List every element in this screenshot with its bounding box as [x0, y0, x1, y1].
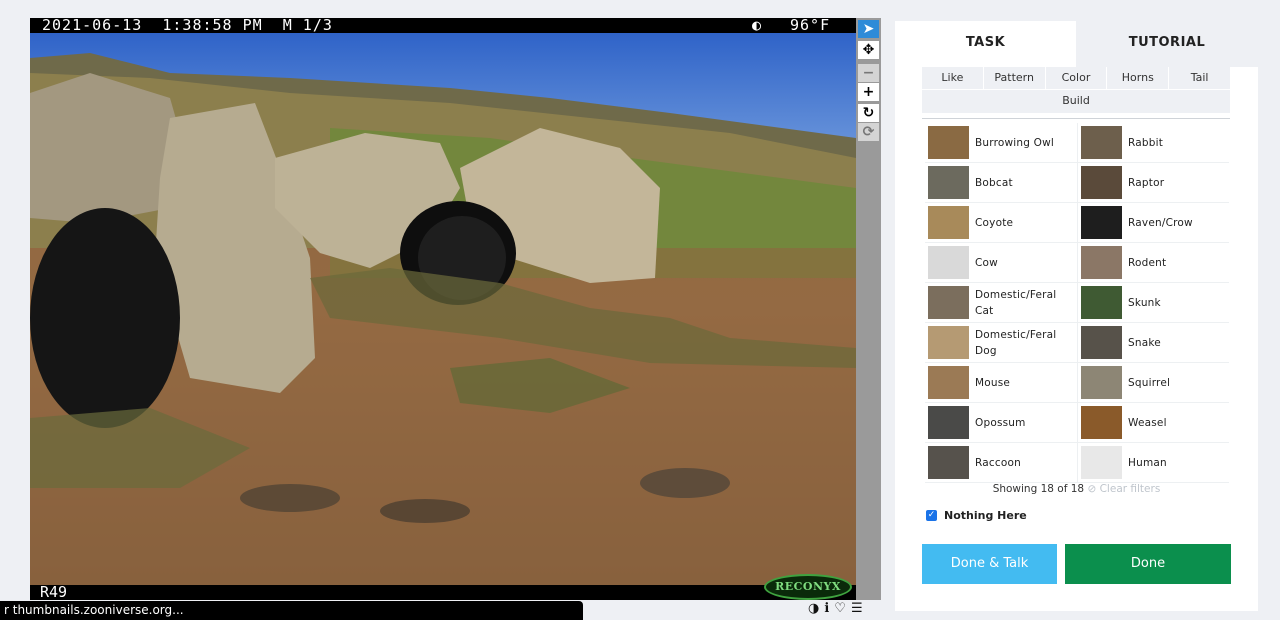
browser-status-url: r thumbnails.zooniverse.org... — [0, 601, 583, 620]
invert-icon[interactable]: ◑ — [808, 600, 819, 618]
choice-label: Rodent — [1128, 256, 1167, 269]
choice-opossum[interactable]: Opossum — [925, 403, 1078, 443]
camera-temperature: 96°F — [790, 18, 831, 34]
choice-skunk[interactable]: Skunk — [1078, 283, 1229, 323]
clear-filters-link[interactable]: ⊘ Clear filters — [1087, 483, 1160, 495]
filters-divider — [922, 118, 1230, 119]
choice-squirrel[interactable]: Squirrel — [1078, 363, 1229, 403]
characteristic-filters: Like Pattern Color Horns Tail Build — [922, 67, 1230, 113]
species-choice-grid: Burrowing Owl Rabbit Bobcat Raptor Coyot… — [925, 123, 1229, 483]
choice-raven-crow[interactable]: Raven/Crow — [1078, 203, 1229, 243]
image-toolbar: ➤ ✥ − + ↻ ⟳ — [856, 18, 881, 600]
choice-weasel[interactable]: Weasel — [1078, 403, 1229, 443]
favorite-heart-icon[interactable]: ♡ — [834, 600, 846, 618]
choice-label: Coyote — [975, 216, 1014, 229]
choice-burrowing-owl[interactable]: Burrowing Owl — [925, 123, 1078, 163]
task-panel: TASK TUTORIAL Like Pattern Color Horns T… — [895, 21, 1258, 611]
choice-label: Weasel — [1128, 416, 1167, 429]
task-tabs: TASK TUTORIAL — [895, 21, 1258, 67]
cow-thumbnail — [928, 246, 969, 279]
choice-domestic-feral-cat[interactable]: Domestic/Feral Cat — [925, 283, 1078, 323]
mouse-thumbnail — [928, 366, 969, 399]
info-icon[interactable]: ℹ — [824, 600, 829, 618]
reconyx-logo: RECONYX — [764, 574, 852, 600]
choice-cow[interactable]: Cow — [925, 243, 1078, 283]
raptor-thumbnail — [1081, 166, 1122, 199]
weasel-thumbnail — [1081, 406, 1122, 439]
opossum-thumbnail — [928, 406, 969, 439]
human-thumbnail — [1081, 446, 1122, 479]
collections-list-icon[interactable]: ☰ — [851, 600, 863, 618]
choice-rabbit[interactable]: Rabbit — [1078, 123, 1229, 163]
reset-icon[interactable]: ⟳ — [858, 123, 879, 141]
filter-pattern[interactable]: Pattern — [984, 67, 1046, 89]
nothing-here-label: Nothing Here — [944, 509, 1027, 522]
rabbit-thumbnail — [1081, 126, 1122, 159]
choice-label: Rabbit — [1128, 136, 1164, 149]
choice-label: Human — [1128, 456, 1167, 469]
choice-snake[interactable]: Snake — [1078, 323, 1229, 363]
checkbox-checked-icon[interactable]: ✓ — [926, 510, 937, 521]
squirrel-thumbnail — [1081, 366, 1122, 399]
subject-image-viewer[interactable]: 2021-06-13 1:38:58 PM M 1/3 ◐ 96°F R49 R… — [30, 18, 856, 600]
choice-rodent[interactable]: Rodent — [1078, 243, 1229, 283]
choice-human[interactable]: Human — [1078, 443, 1229, 483]
raccoon-thumbnail — [928, 446, 969, 479]
choice-label: Snake — [1128, 336, 1161, 349]
camera-footer-bar: R49 — [30, 585, 856, 600]
domestic-feral-dog-thumbnail — [928, 326, 969, 359]
filter-like[interactable]: Like — [922, 67, 984, 89]
filter-horns[interactable]: Horns — [1107, 67, 1170, 89]
choice-label: Bobcat — [975, 176, 1013, 189]
choice-coyote[interactable]: Coyote — [925, 203, 1078, 243]
camera-id: R49 — [40, 583, 68, 600]
snake-thumbnail — [1081, 326, 1122, 359]
choice-label: Cow — [975, 256, 998, 269]
choice-label: Domestic/Feral Dog — [975, 328, 1057, 357]
tab-task[interactable]: TASK — [895, 21, 1076, 67]
choice-raptor[interactable]: Raptor — [1078, 163, 1229, 203]
choice-label: Mouse — [975, 376, 1011, 389]
choice-label: Skunk — [1128, 296, 1161, 309]
choice-label: Burrowing Owl — [975, 136, 1055, 149]
raven-crow-thumbnail — [1081, 206, 1122, 239]
zoom-out-icon[interactable]: − — [858, 64, 879, 82]
skunk-thumbnail — [1081, 286, 1122, 319]
filter-build[interactable]: Build — [922, 89, 1230, 112]
choice-label: Raven/Crow — [1128, 216, 1193, 229]
choice-domestic-feral-dog[interactable]: Domestic/Feral Dog — [925, 323, 1078, 363]
burrowing-owl-thumbnail — [928, 126, 969, 159]
subject-image — [30, 18, 856, 600]
domestic-feral-cat-thumbnail — [928, 286, 969, 319]
filter-tail[interactable]: Tail — [1169, 67, 1230, 89]
camera-timestamp: 2021-06-13 1:38:58 PM M 1/3 — [42, 18, 333, 34]
choice-label: Raccoon — [975, 456, 1021, 469]
choice-bobcat[interactable]: Bobcat — [925, 163, 1078, 203]
choice-count-status: Showing 18 of 18 ⊘ Clear filters — [895, 483, 1258, 495]
done-and-talk-button[interactable]: Done & Talk — [922, 544, 1057, 584]
filter-color[interactable]: Color — [1046, 67, 1108, 89]
nothing-here-option[interactable]: ✓ Nothing Here — [926, 509, 1027, 522]
choice-label: Raptor — [1128, 176, 1165, 189]
rodent-thumbnail — [1081, 246, 1122, 279]
zoom-in-icon[interactable]: + — [858, 83, 879, 101]
choice-label: Squirrel — [1128, 376, 1171, 389]
rotate-icon[interactable]: ↻ — [858, 104, 879, 122]
tab-tutorial[interactable]: TUTORIAL — [1076, 21, 1258, 67]
move-tool-icon[interactable]: ✥ — [858, 41, 879, 59]
showing-count: Showing 18 of 18 — [992, 483, 1085, 495]
choice-label: Domestic/Feral Cat — [975, 288, 1057, 317]
choice-raccoon[interactable]: Raccoon — [925, 443, 1078, 483]
select-tool-icon[interactable]: ➤ — [858, 20, 879, 38]
choice-label: Opossum — [975, 416, 1026, 429]
choice-mouse[interactable]: Mouse — [925, 363, 1078, 403]
coyote-thumbnail — [928, 206, 969, 239]
done-button[interactable]: Done — [1065, 544, 1231, 584]
moon-phase-icon: ◐ — [752, 18, 762, 34]
bobcat-thumbnail — [928, 166, 969, 199]
camera-info-bar: 2021-06-13 1:38:58 PM M 1/3 ◐ 96°F — [30, 18, 856, 33]
subject-meta-toolbar: ◑ ℹ ♡ ☰ — [808, 600, 863, 618]
